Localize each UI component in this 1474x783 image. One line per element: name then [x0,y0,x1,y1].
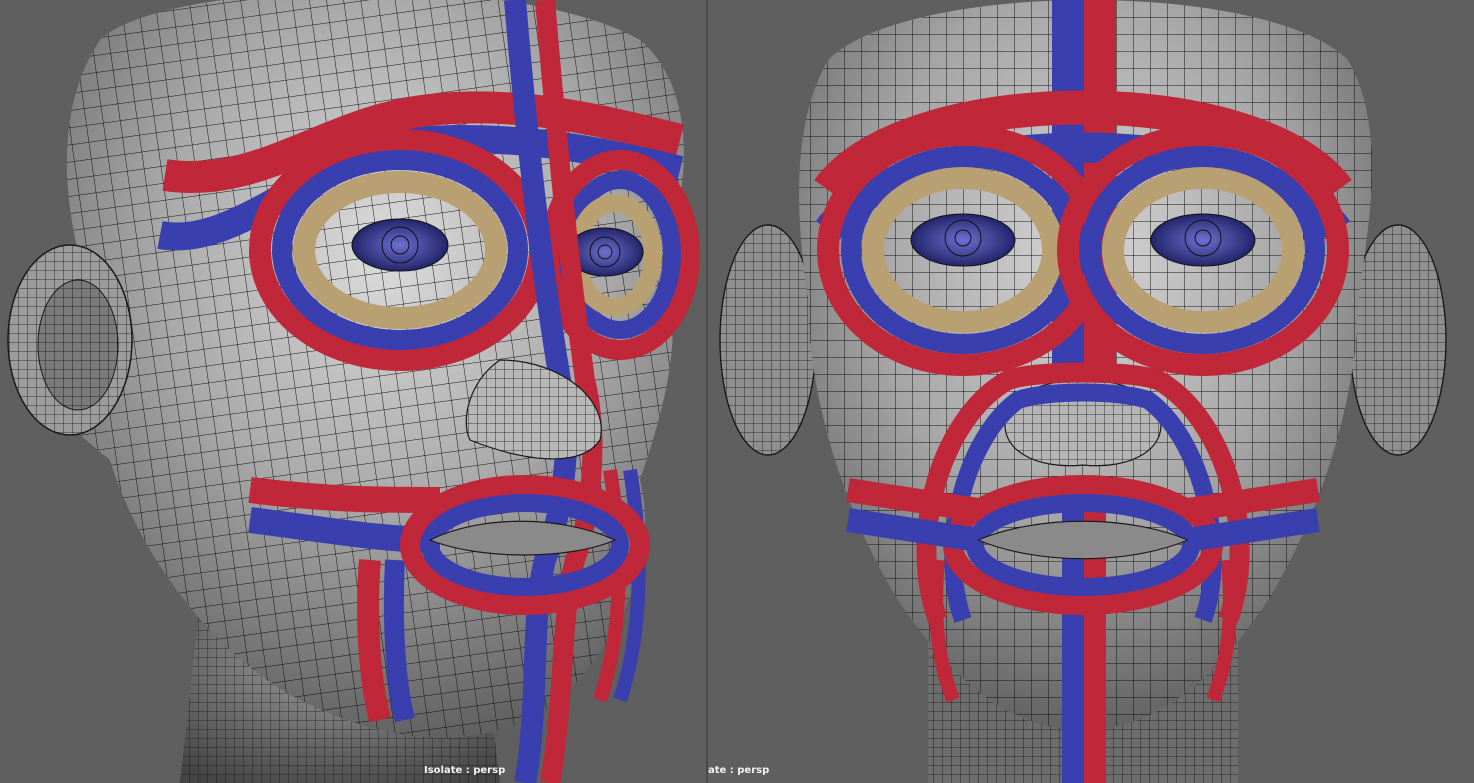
viewport-layout: Isolate : persp ate: persp [0,0,1474,783]
viewport-divider[interactable] [706,0,708,783]
camera-label: ate : persp [708,765,770,776]
left-head-model[interactable] [0,0,708,783]
eyeball-left [910,213,1016,267]
right-viewport[interactable]: ate : persp [708,0,1474,783]
left-viewport[interactable]: Isolate : persp [0,0,708,783]
eyeball-right [1150,213,1256,267]
ear-mesh [7,244,133,436]
ear-right-mesh [1349,224,1447,456]
right-head-model[interactable] [708,0,1474,783]
eyeball-left [351,218,449,272]
ear-left-mesh [719,224,817,456]
camera-label: Isolate : persp [424,765,506,776]
